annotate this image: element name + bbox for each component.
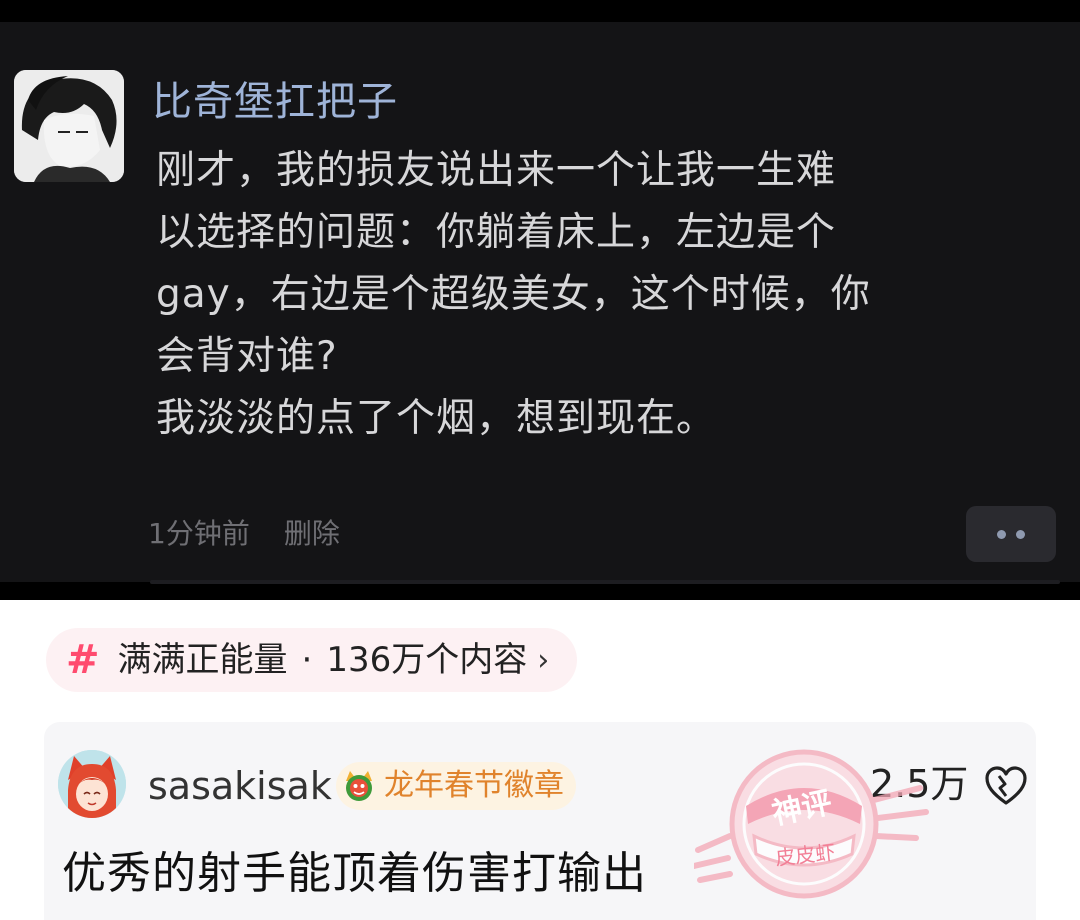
topic-chip[interactable]: # 满满正能量 · 136万个内容 › bbox=[46, 628, 578, 692]
dragon-badge-icon bbox=[346, 771, 372, 801]
post-screenshot: 比奇堡扛把子 刚才，我的损友说出来一个让我一生难 以选择的问题：你躺着床上，左边… bbox=[0, 0, 1080, 600]
author-avatar[interactable] bbox=[14, 70, 124, 182]
post-line: gay，右边是个超级美女，这个时候，你 bbox=[156, 272, 871, 317]
heart-icon[interactable] bbox=[984, 766, 1028, 806]
more-dot-icon bbox=[997, 529, 1006, 539]
post-line: 我淡淡的点了个烟，想到现在。 bbox=[156, 396, 717, 441]
divider bbox=[150, 580, 1060, 584]
more-dot-icon bbox=[1016, 529, 1025, 539]
god-comment-stamp-icon: 神评 皮皮虾 bbox=[694, 749, 929, 899]
post-content: 刚才，我的损友说出来一个让我一生难 以选择的问题：你躺着床上，左边是个 gay，… bbox=[156, 140, 1006, 450]
commenter-username[interactable]: sasakisak bbox=[148, 762, 332, 810]
chevron-right-icon: › bbox=[537, 642, 550, 678]
more-options-button[interactable] bbox=[966, 506, 1056, 562]
commenter-avatar[interactable] bbox=[58, 750, 126, 818]
post-timestamp: 1分钟前 bbox=[148, 517, 250, 550]
fox-girl-avatar-icon bbox=[58, 750, 126, 818]
delete-link[interactable]: 删除 bbox=[284, 514, 340, 554]
topic-name: 满满正能量 bbox=[117, 640, 288, 680]
hash-icon: # bbox=[66, 637, 100, 683]
topic-count: 136万个内容 bbox=[326, 640, 528, 680]
comment-text: 优秀的射手能顶着伤害打输出 bbox=[62, 848, 647, 899]
topic-separator: · bbox=[301, 640, 313, 680]
post-line: 以选择的问题：你躺着床上，左边是个 bbox=[156, 210, 837, 255]
post-line: 刚才，我的损友说出来一个让我一生难 bbox=[156, 148, 837, 193]
author-name[interactable]: 比奇堡扛把子 bbox=[152, 76, 398, 128]
post-line: 会背对谁? bbox=[156, 334, 338, 379]
anime-avatar-icon bbox=[14, 70, 124, 182]
dragon-year-badge[interactable]: 龙年春节徽章 bbox=[336, 762, 576, 810]
badge-label: 龙年春节徽章 bbox=[384, 768, 564, 803]
post-card: 比奇堡扛把子 刚才，我的损友说出来一个让我一生难 以选择的问题：你躺着床上，左边… bbox=[0, 22, 1080, 584]
post-meta: 1分钟前 删除 bbox=[148, 514, 340, 554]
